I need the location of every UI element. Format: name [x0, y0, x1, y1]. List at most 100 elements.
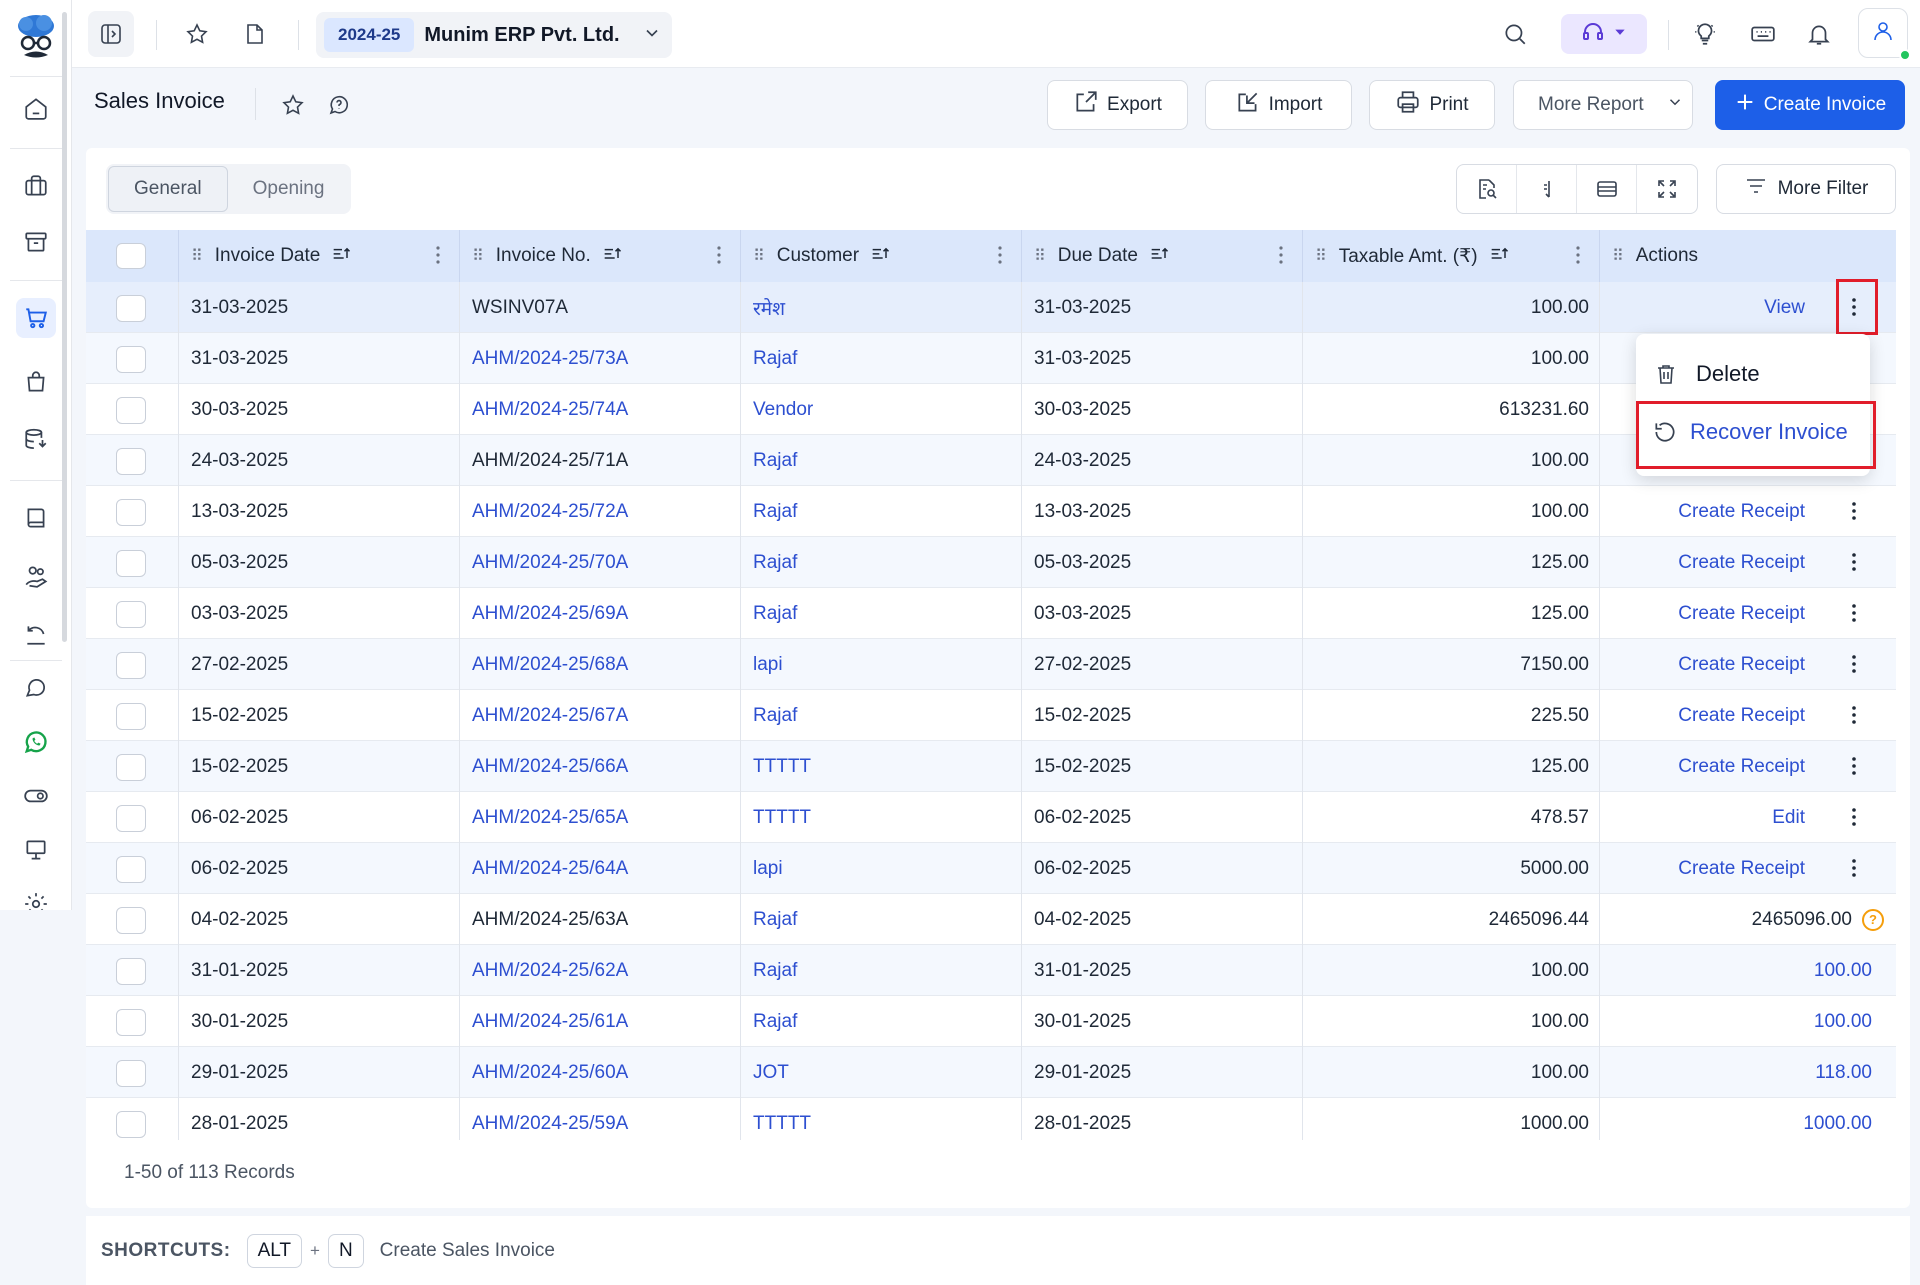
drag-handle-icon[interactable]: ⠿ — [1034, 246, 1046, 266]
cell-customer[interactable]: TTTTT — [741, 741, 1022, 792]
sort-icon[interactable] — [1517, 165, 1577, 213]
cell-customer[interactable]: TTTTT — [741, 792, 1022, 843]
settings-icon[interactable] — [16, 884, 56, 910]
more-report-dropdown[interactable]: More Report — [1513, 80, 1693, 130]
table-row[interactable]: 31-03-2025 AHM/2024-25/73A Rajaf 31-03-2025… — [86, 333, 1896, 384]
cell-customer[interactable]: Rajaf — [741, 690, 1022, 741]
favorite-star-icon[interactable] — [174, 11, 220, 57]
drag-handle-icon[interactable]: ⠿ — [753, 246, 765, 266]
row-checkbox[interactable] — [116, 958, 146, 985]
company-selector[interactable]: 2024-25 Munim ERP Pvt. Ltd. — [316, 12, 672, 58]
return-icon[interactable] — [16, 614, 56, 654]
cell-invoice-no[interactable]: AHM/2024-25/74A — [460, 384, 741, 435]
row-more-icon[interactable] — [1844, 753, 1864, 779]
keyboard-icon[interactable] — [1740, 11, 1786, 57]
row-checkbox[interactable] — [116, 1060, 146, 1087]
drag-handle-icon[interactable]: ⠿ — [1315, 246, 1327, 266]
sort-icon[interactable] — [332, 244, 352, 268]
chat-support-icon[interactable] — [16, 668, 56, 708]
row-action-link[interactable]: Create Receipt — [1678, 756, 1805, 778]
home-icon[interactable] — [16, 88, 56, 128]
cell-customer[interactable]: Rajaf — [741, 537, 1022, 588]
briefcase-icon[interactable] — [16, 166, 56, 206]
drag-handle-icon[interactable]: ⠿ — [472, 246, 484, 266]
monitor-icon[interactable] — [16, 830, 56, 870]
app-logo-icon[interactable] — [14, 10, 58, 64]
document-icon[interactable] — [232, 11, 278, 57]
header-invoice-no[interactable]: ⠿ Invoice No. — [460, 230, 741, 282]
row-checkbox[interactable] — [116, 805, 146, 832]
table-row[interactable]: 04-02-2025 AHM/2024-25/63A Rajaf 04-02-2025… — [86, 894, 1896, 945]
amount-value[interactable]: 1000.00 — [1803, 1113, 1872, 1135]
cell-customer[interactable]: Rajaf — [741, 435, 1022, 486]
columns-icon[interactable] — [1577, 165, 1637, 213]
table-row[interactable]: 29-01-2025 AHM/2024-25/60A JOT 29-01-2025 10… — [86, 1047, 1896, 1098]
cell-customer[interactable]: Rajaf — [741, 588, 1022, 639]
cell-invoice-no[interactable]: AHM/2024-25/66A — [460, 741, 741, 792]
database-icon[interactable] — [16, 420, 56, 460]
cell-invoice-no[interactable]: AHM/2024-25/70A — [460, 537, 741, 588]
shopping-bag-icon[interactable] — [16, 362, 56, 402]
row-checkbox[interactable] — [116, 856, 146, 883]
amount-value[interactable]: 118.00 — [1815, 1062, 1872, 1084]
cell-customer[interactable]: lapi — [741, 843, 1022, 894]
header-due-date[interactable]: ⠿ Due Date — [1022, 230, 1303, 282]
row-checkbox[interactable] — [116, 448, 146, 475]
cell-invoice-no[interactable]: AHM/2024-25/68A — [460, 639, 741, 690]
rail-scrollbar[interactable] — [62, 12, 67, 642]
row-more-icon[interactable] — [1844, 804, 1864, 830]
cell-customer[interactable]: Vendor — [741, 384, 1022, 435]
column-menu-icon[interactable] — [1278, 244, 1284, 272]
cart-icon[interactable] — [16, 298, 56, 338]
amount-value[interactable]: 100.00 — [1814, 960, 1872, 982]
column-menu-icon[interactable] — [716, 244, 722, 272]
table-row[interactable]: 06-02-2025 AHM/2024-25/65A TTTTT 06-02-2025… — [86, 792, 1896, 843]
sort-icon[interactable] — [1150, 244, 1170, 268]
row-checkbox[interactable] — [116, 1009, 146, 1036]
notification-bell-icon[interactable] — [1796, 11, 1842, 57]
row-more-icon[interactable] — [1844, 702, 1864, 728]
cell-invoice-no[interactable]: AHM/2024-25/62A — [460, 945, 741, 996]
column-menu-icon[interactable] — [1575, 244, 1581, 272]
cell-customer[interactable]: Rajaf — [741, 333, 1022, 384]
cell-invoice-no[interactable]: AHM/2024-25/72A — [460, 486, 741, 537]
cell-customer[interactable]: Rajaf — [741, 486, 1022, 537]
column-menu-icon[interactable] — [435, 244, 441, 272]
column-menu-icon[interactable] — [997, 244, 1003, 272]
row-checkbox[interactable] — [116, 550, 146, 577]
row-more-icon[interactable] — [1844, 549, 1864, 575]
cell-customer[interactable]: JOT — [741, 1047, 1022, 1098]
support-dropdown[interactable] — [1561, 14, 1647, 54]
search-icon[interactable] — [1492, 11, 1538, 57]
header-invoice-date[interactable]: ⠿ Invoice Date — [179, 230, 460, 282]
drag-handle-icon[interactable]: ⠿ — [1612, 246, 1624, 266]
import-button[interactable]: Import — [1205, 80, 1352, 130]
export-button[interactable]: Export — [1047, 80, 1188, 130]
table-row[interactable]: 24-03-2025 AHM/2024-25/71A Rajaf 24-03-2025… — [86, 435, 1896, 486]
tab-opening[interactable]: Opening — [228, 166, 350, 212]
row-checkbox[interactable] — [116, 703, 146, 730]
table-row[interactable]: 31-01-2025 AHM/2024-25/62A Rajaf 31-01-2025… — [86, 945, 1896, 996]
drag-handle-icon[interactable]: ⠿ — [191, 246, 203, 266]
table-row[interactable]: 05-03-2025 AHM/2024-25/70A Rajaf 05-03-2025… — [86, 537, 1896, 588]
cell-customer[interactable]: Rajaf — [741, 996, 1022, 1047]
select-all-checkbox[interactable] — [116, 243, 146, 269]
book-icon[interactable] — [16, 498, 56, 538]
row-checkbox[interactable] — [116, 652, 146, 679]
cell-invoice-no[interactable]: AHM/2024-25/69A — [460, 588, 741, 639]
create-invoice-button[interactable]: Create Invoice — [1715, 80, 1905, 130]
row-checkbox[interactable] — [116, 397, 146, 424]
cell-invoice-no[interactable]: AHM/2024-25/73A — [460, 333, 741, 384]
cell-invoice-no[interactable]: AHM/2024-25/60A — [460, 1047, 741, 1098]
table-row[interactable]: 13-03-2025 AHM/2024-25/72A Rajaf 13-03-2025… — [86, 486, 1896, 537]
row-checkbox[interactable] — [116, 499, 146, 526]
row-action-link[interactable]: Create Receipt — [1678, 705, 1805, 727]
sidebar-toggle-icon[interactable] — [88, 11, 134, 57]
warning-help-icon[interactable]: ? — [1862, 908, 1884, 931]
sort-icon[interactable] — [603, 244, 623, 268]
row-action-link[interactable]: Create Receipt — [1678, 501, 1805, 523]
tab-general[interactable]: General — [108, 166, 228, 212]
table-row[interactable]: 30-01-2025 AHM/2024-25/61A Rajaf 30-01-2025… — [86, 996, 1896, 1047]
favorite-star-icon[interactable] — [278, 90, 308, 120]
row-checkbox[interactable] — [116, 601, 146, 628]
